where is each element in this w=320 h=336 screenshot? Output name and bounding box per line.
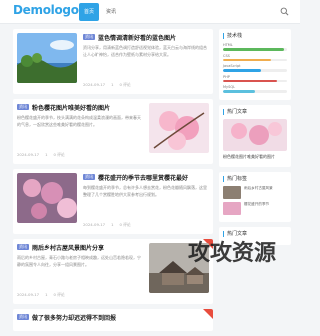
skill-bar: PHP	[223, 74, 287, 82]
skill-bar-fill	[223, 58, 271, 61]
post-thumbnail[interactable]	[149, 103, 209, 153]
top-header: Demologo 首页 资讯	[0, 0, 300, 24]
list-thumbnail	[223, 185, 241, 199]
skill-bar: CSS	[223, 53, 287, 61]
skill-bar-fill	[223, 79, 278, 82]
hot-articles-widget: 热门文章	[219, 226, 291, 245]
post-category[interactable]: 资讯	[83, 34, 95, 40]
widget-title: 热门文章	[223, 108, 287, 115]
post-comments[interactable]: 0 评论	[120, 222, 131, 228]
site-logo[interactable]: Demologo	[13, 3, 79, 17]
post-card[interactable]: 资讯 粉色樱花图片唯美好看的图片 粉色樱花盛开的季节，枝头满满的花朵构成温柔浪漫…	[13, 99, 213, 164]
post-category[interactable]: 资讯	[17, 244, 29, 250]
skill-label: CSS	[223, 53, 230, 58]
post-excerpt: 雨后的乡村古屋，青石小路与老房子相映成趣，远处山峦若隐若现，宁静的氛围令人向往，…	[17, 255, 141, 267]
skill-bar-track	[223, 90, 287, 93]
post-comments[interactable]: 0 评论	[54, 152, 65, 158]
post-date: 2024-09-17	[17, 292, 40, 297]
post-date: 2024-09-17	[17, 152, 40, 157]
post-excerpt: 粉色樱花盛开的季节，枝头满满的花朵构成温柔浪漫的画面，带来春天的气息，一起欣赏这…	[17, 115, 141, 127]
post-card[interactable]: 资讯 做了很多努力却迟迟得不到回报	[13, 309, 213, 331]
post-date: 2024-09-17	[83, 222, 106, 227]
widget-title: 技术栈	[223, 33, 287, 39]
skill-bar-track	[223, 58, 287, 61]
post-excerpt: 每到樱花盛开的季节，总有许多人想去赏花，粉色花瓣随风飘落，这里整理了几个赏樱胜地…	[83, 185, 207, 197]
post-card[interactable]: 资讯 蓝色情调清新好看的蓝色图片 资讯分享，用清新蓝色调打造舒适视觉体验，蓝天白…	[13, 29, 213, 94]
post-card[interactable]: 资讯 樱花盛开的季节去哪里赏樱花最好 每到樱花盛开的季节，总有许多人想去赏花，粉…	[13, 169, 213, 234]
nav-news[interactable]: 资讯	[101, 3, 121, 21]
skill-widget: 技术栈 HTML CSS JavaScript PHP MySQL	[219, 29, 291, 100]
post-meta: 2024-09-17 1 0 评论	[17, 292, 65, 298]
skill-bar-track	[223, 69, 287, 72]
hot-post-image[interactable]	[223, 118, 287, 151]
list-item-title[interactable]: 樱花盛开的季节	[244, 202, 269, 215]
post-thumbnail[interactable]	[17, 33, 77, 83]
skill-bar-fill	[223, 69, 262, 72]
skill-bar-fill	[223, 90, 255, 93]
skill-bar: HTML	[223, 43, 287, 51]
post-comments[interactable]: 0 评论	[120, 82, 131, 88]
main-nav: 首页 资讯	[79, 3, 121, 21]
skill-bar-track	[223, 79, 287, 82]
post-meta: 2024-09-17 1 0 评论	[83, 82, 131, 88]
post-category[interactable]: 资讯	[17, 314, 29, 320]
skill-bar-fill	[223, 48, 284, 51]
list-item[interactable]: 雨后乡村古屋风景	[223, 185, 287, 199]
post-comments[interactable]: 0 评论	[54, 292, 65, 298]
search-icon[interactable]	[280, 7, 289, 16]
post-meta: 2024-09-17 1 0 评论	[83, 222, 131, 228]
widget-title: 热门文章	[223, 230, 287, 237]
post-title[interactable]: 樱花盛开的季节去哪里赏樱花最好	[98, 173, 188, 182]
list-item-title[interactable]: 雨后乡村古屋风景	[244, 186, 273, 199]
skill-bar-track	[223, 48, 287, 51]
post-list: 资讯 蓝色情调清新好看的蓝色图片 资讯分享，用清新蓝色调打造舒适视觉体验，蓝天白…	[13, 29, 213, 336]
post-title[interactable]: 蓝色情调清新好看的蓝色图片	[98, 33, 176, 42]
post-views: 1	[111, 82, 114, 87]
tags-widget: 热门标签 雨后乡村古屋风景 樱花盛开的季节	[219, 171, 291, 222]
hot-posts-widget: 热门文章 粉色樱花图片唯美好看的图片	[219, 104, 291, 167]
post-date: 2024-09-17	[83, 82, 106, 87]
post-views: 1	[45, 292, 48, 297]
list-thumbnail	[223, 201, 241, 215]
post-title[interactable]: 雨后乡村古屋风景图片分享	[32, 243, 104, 252]
post-thumbnail[interactable]	[149, 243, 209, 293]
post-meta: 2024-09-17 1 0 评论	[17, 152, 65, 158]
post-views: 1	[111, 222, 114, 227]
post-title[interactable]: 做了很多努力却迟迟得不到回报	[32, 313, 116, 322]
skill-label: PHP	[223, 74, 230, 79]
skill-bar: MySQL	[223, 85, 287, 93]
list-item[interactable]: 樱花盛开的季节	[223, 201, 287, 215]
post-card[interactable]: 资讯 雨后乡村古屋风景图片分享 雨后的乡村古屋，青石小路与老房子相映成趣，远处山…	[13, 239, 213, 304]
post-category[interactable]: 资讯	[17, 104, 29, 110]
nav-home[interactable]: 首页	[79, 3, 100, 21]
sidebar: 技术栈 HTML CSS JavaScript PHP MySQL 热门文章 粉色樱花图…	[219, 29, 291, 250]
post-views: 1	[45, 152, 48, 157]
post-thumbnail[interactable]	[17, 173, 77, 223]
widget-title: 热门标签	[223, 175, 287, 182]
skill-bar: JavaScript	[223, 64, 287, 72]
post-category[interactable]: 资讯	[83, 174, 95, 180]
hot-post-title[interactable]: 粉色樱花图片唯美好看的图片	[223, 154, 287, 160]
post-title[interactable]: 粉色樱花图片唯美好看的图片	[32, 103, 110, 112]
post-excerpt: 资讯分享，用清新蓝色调打造舒适视觉体验，蓝天白云与海岸线的组合让人心旷神怡，适合…	[83, 45, 207, 57]
